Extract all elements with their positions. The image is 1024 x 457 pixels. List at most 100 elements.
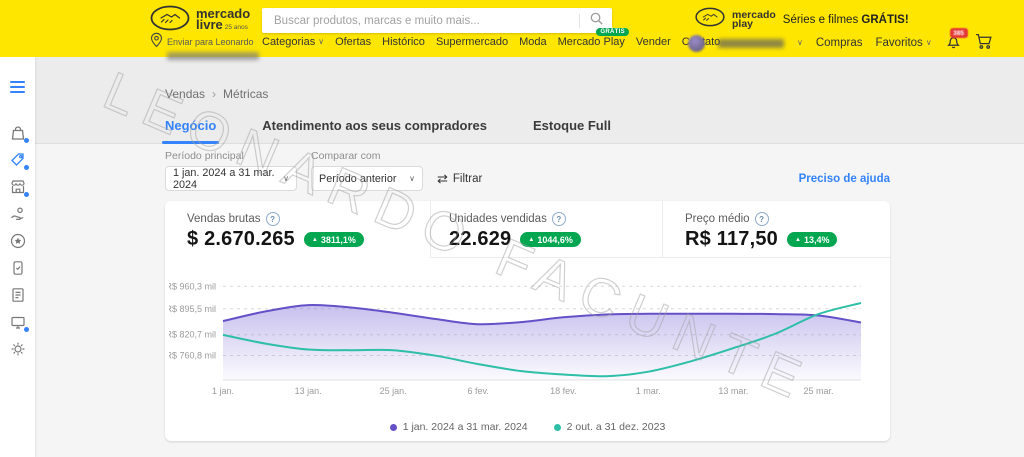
legend-dot bbox=[390, 424, 397, 431]
help-icon[interactable]: ? bbox=[552, 212, 566, 226]
metric-preco-medio[interactable]: Preço médio? R$ 117,50 ▲13,4% bbox=[663, 201, 890, 258]
avatar[interactable] bbox=[688, 35, 705, 52]
metric-header-row: Vendas brutas?$ 2.670.265▲3811,1%Unidade… bbox=[165, 201, 890, 258]
notification-count-badge: 385 bbox=[950, 28, 968, 38]
tab-atendimento-aos-seus-compradores[interactable]: Atendimento aos seus compradores bbox=[262, 118, 487, 143]
sidebar-item-gear[interactable] bbox=[9, 340, 27, 358]
shipping-address-blurred bbox=[167, 52, 259, 60]
sidebar-item-screen[interactable] bbox=[9, 313, 27, 331]
tag-icon bbox=[9, 156, 27, 173]
search-bar bbox=[262, 8, 612, 33]
chart-area: R$ 960,3 milR$ 895,5 milR$ 820,7 milR$ 7… bbox=[165, 258, 890, 405]
rewards-icon bbox=[9, 237, 27, 254]
breadcrumb-item-vendas[interactable]: Vendas bbox=[165, 87, 205, 101]
svg-text:1 mar.: 1 mar. bbox=[636, 386, 661, 396]
tabs: Negócio Atendimento aos seus compradores E… bbox=[165, 118, 611, 143]
gear-icon bbox=[9, 345, 27, 362]
sales-line-chart[interactable]: R$ 960,3 milR$ 895,5 milR$ 820,7 milR$ 7… bbox=[169, 272, 869, 400]
sidebar-item-document[interactable] bbox=[9, 286, 27, 304]
chevron-down-icon: ∨ bbox=[283, 175, 289, 183]
metric-value: R$ 117,50 bbox=[685, 228, 778, 251]
device-icon bbox=[9, 264, 27, 281]
top-header: mercado livre25 anos mercadoplay Séries … bbox=[0, 0, 1024, 57]
svg-text:18 fev.: 18 fev. bbox=[550, 386, 576, 396]
delta-badge: ▲3811,1% bbox=[304, 232, 364, 247]
sidebar-item-hand-coin[interactable] bbox=[9, 205, 27, 223]
delta-badge: ▲13,4% bbox=[787, 232, 837, 247]
metric-label: Unidades vendidas? bbox=[449, 212, 662, 226]
nav-item-moda[interactable]: Moda bbox=[519, 36, 547, 48]
chevron-down-icon: ∨ bbox=[409, 175, 415, 183]
search-input[interactable] bbox=[262, 15, 579, 27]
main-area: Vendas › Métricas Negócio Atendimento aos s… bbox=[35, 57, 1024, 457]
cart-icon bbox=[975, 33, 994, 53]
breadcrumb-separator: › bbox=[212, 87, 216, 101]
notification-dot bbox=[24, 138, 29, 143]
svg-text:13 mar.: 13 mar. bbox=[718, 386, 748, 396]
notifications-button[interactable]: 385 bbox=[945, 33, 962, 53]
store-icon bbox=[9, 183, 27, 200]
metric-value: $ 2.670.265 bbox=[187, 228, 295, 251]
sidebar-item-rewards[interactable] bbox=[9, 232, 27, 250]
hand-coin-icon bbox=[9, 210, 27, 227]
filters-row: Período principal 1 jan. 2024 a 31 mar. … bbox=[165, 144, 890, 191]
notification-dot bbox=[24, 192, 29, 197]
account-links: Compras Favoritos∨ bbox=[816, 37, 932, 49]
breadcrumb: Vendas › Métricas bbox=[165, 87, 268, 101]
tab-estoque-full[interactable]: Estoque Full bbox=[533, 118, 611, 143]
main-period-select[interactable]: 1 jan. 2024 a 31 mar. 2024 ∨ bbox=[165, 166, 297, 191]
breadcrumb-item-metricas[interactable]: Métricas bbox=[223, 87, 268, 101]
nav-item-ofertas[interactable]: Ofertas bbox=[335, 36, 371, 48]
bag-icon bbox=[9, 129, 27, 146]
filter-button[interactable]: ⇄ Filtrar bbox=[437, 172, 482, 185]
mercado-play-wordmark: mercadoplay bbox=[732, 11, 776, 29]
logo-wordmark: mercado livre25 anos bbox=[196, 8, 250, 33]
nav-item-supermercado[interactable]: Supermercado bbox=[436, 36, 508, 48]
nav-item-mercado-play[interactable]: Mercado PlayGRÁTIS bbox=[558, 36, 625, 48]
tab-negocio[interactable]: Negócio bbox=[165, 118, 216, 143]
help-link[interactable]: Preciso de ajuda bbox=[799, 173, 890, 185]
metric-value: 22.629 bbox=[449, 228, 511, 251]
sidebar-item-device[interactable] bbox=[9, 259, 27, 277]
ship-to-address[interactable]: Enviar para Leonardo bbox=[150, 32, 259, 60]
svg-text:1 jan.: 1 jan. bbox=[212, 386, 234, 396]
metric-vendas-brutas[interactable]: Vendas brutas?$ 2.670.265▲3811,1% bbox=[165, 201, 430, 258]
screen-icon bbox=[9, 318, 27, 335]
legend-dot bbox=[554, 424, 561, 431]
mercado-play-banner[interactable]: mercadoplay Séries e filmes GRÁTIS! bbox=[695, 7, 909, 32]
up-triangle-icon: ▲ bbox=[312, 237, 318, 243]
nav-item-categorias[interactable]: Categorias∨ bbox=[262, 36, 324, 48]
up-triangle-icon: ▲ bbox=[528, 237, 534, 243]
compare-label: Comparar com bbox=[311, 150, 423, 162]
notification-dot bbox=[24, 165, 29, 170]
compare-period-select[interactable]: Período anterior ∨ bbox=[311, 166, 423, 191]
notification-dot bbox=[24, 327, 29, 332]
nav-item-vender[interactable]: Vender bbox=[636, 36, 671, 48]
legend-item-2-out-a-31-dez-2023[interactable]: 2 out. a 31 dez. 2023 bbox=[554, 421, 666, 433]
nav-item-historico[interactable]: Histórico bbox=[382, 36, 425, 48]
account-area: ∨ ComprasFavoritos∨ 385 bbox=[688, 33, 994, 53]
sidebar-item-store[interactable] bbox=[9, 178, 27, 196]
sidebar-item-tag[interactable] bbox=[9, 151, 27, 169]
metric-label: Preço médio? bbox=[685, 212, 890, 226]
svg-text:R$ 895,5 mil: R$ 895,5 mil bbox=[169, 304, 216, 314]
logo-25-anos: 25 anos bbox=[225, 24, 248, 31]
legend-item-1-jan-2024-a-31-mar-2024[interactable]: 1 jan. 2024 a 31 mar. 2024 bbox=[390, 421, 528, 433]
menu-icon[interactable] bbox=[10, 81, 25, 93]
svg-text:25 mar.: 25 mar. bbox=[803, 386, 833, 396]
gratis-badge: GRÁTIS bbox=[596, 28, 628, 36]
document-icon bbox=[9, 291, 27, 308]
ship-to-label: Enviar para Leonardo bbox=[167, 37, 254, 47]
left-sidebar bbox=[0, 57, 35, 457]
account-link-compras[interactable]: Compras bbox=[816, 37, 863, 49]
seller-metrics-page: mercado livre25 anos mercadoplay Séries … bbox=[0, 0, 1024, 457]
sidebar-item-bag[interactable] bbox=[9, 124, 27, 142]
account-link-favoritos[interactable]: Favoritos∨ bbox=[876, 37, 932, 49]
up-triangle-icon: ▲ bbox=[795, 237, 801, 243]
help-icon[interactable]: ? bbox=[266, 212, 280, 226]
help-icon[interactable]: ? bbox=[755, 212, 769, 226]
location-pin-icon bbox=[150, 32, 163, 53]
account-name-blurred[interactable] bbox=[718, 39, 784, 48]
metric-unidades-vendidas[interactable]: Unidades vendidas?22.629▲1044,6% bbox=[430, 201, 663, 258]
cart-button[interactable] bbox=[975, 33, 994, 53]
